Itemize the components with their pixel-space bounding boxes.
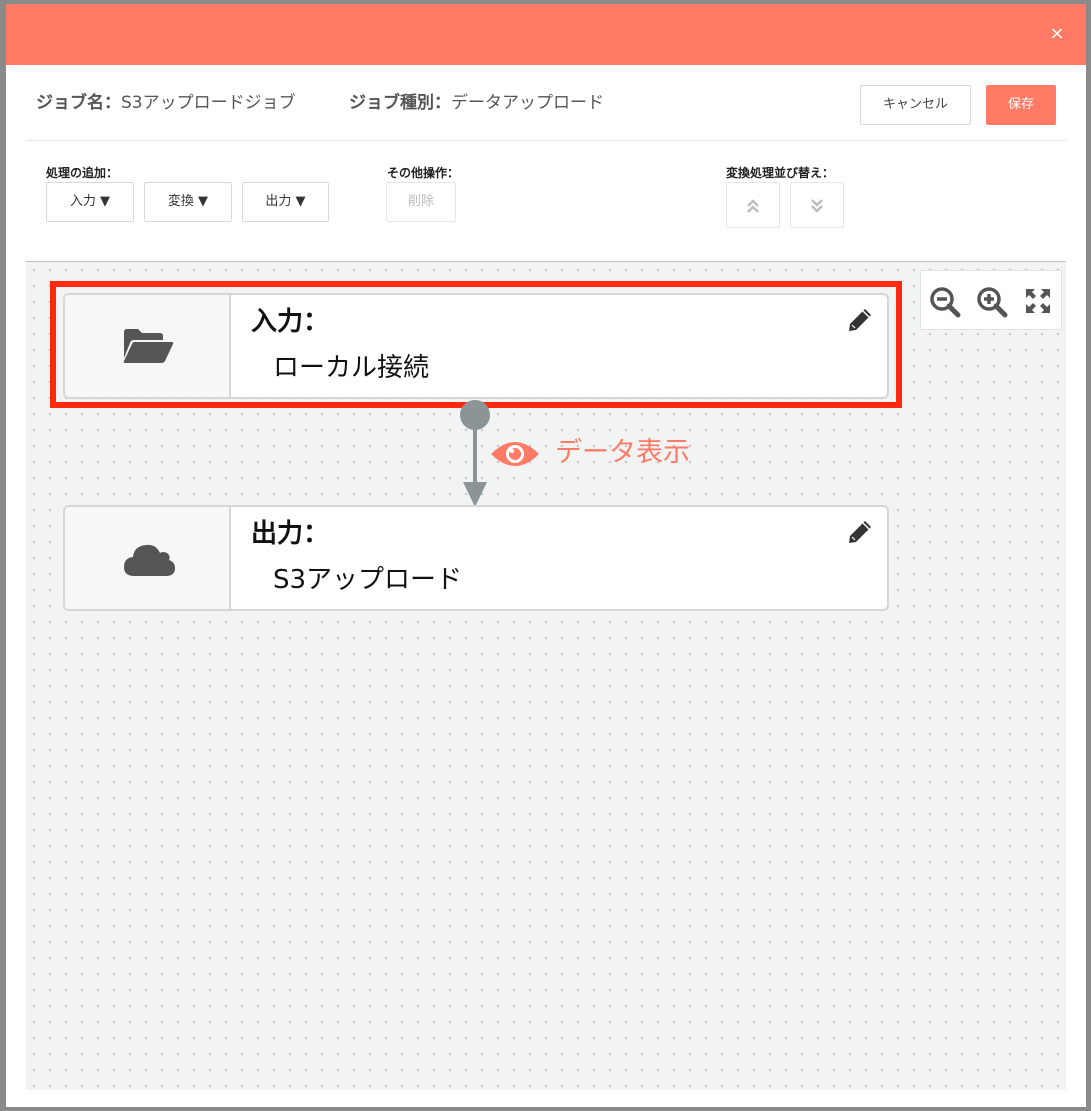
dialog-titlebar: × xyxy=(6,4,1086,65)
fit-screen-icon[interactable] xyxy=(1023,286,1053,316)
other-ops-label: その他操作： xyxy=(387,166,460,180)
flow-node-output[interactable]: 出力： S3アップロード xyxy=(63,505,889,611)
job-type-value: データアップロード xyxy=(451,93,605,113)
node-icon-cell xyxy=(65,507,231,609)
add-input-button[interactable]: 入力 ▼ xyxy=(46,182,134,222)
close-icon[interactable]: × xyxy=(1046,23,1068,45)
selection-highlight xyxy=(50,281,902,408)
reorder-label: 変換処理並び替え： xyxy=(726,166,835,180)
eye-icon xyxy=(491,441,539,466)
add-process-label: 処理の追加： xyxy=(46,166,119,180)
double-chevron-down-icon xyxy=(811,198,823,213)
add-transform-button[interactable]: 変換 ▼ xyxy=(144,182,232,222)
data-view-label: データ表示 xyxy=(555,437,690,468)
zoom-controls xyxy=(920,270,1062,330)
move-up-button[interactable] xyxy=(726,182,780,228)
double-chevron-up-icon xyxy=(747,198,759,213)
delete-button[interactable]: 削除 xyxy=(386,182,456,222)
edge-handle[interactable] xyxy=(460,400,490,430)
node-name: S3アップロード xyxy=(273,565,463,595)
pencil-icon[interactable] xyxy=(847,519,873,545)
job-name-label: ジョブ名： xyxy=(36,93,121,113)
zoom-out-icon[interactable] xyxy=(929,286,961,318)
job-dialog: × ジョブ名：S3アップロードジョブ ジョブ種別：データアップロード キャンセル… xyxy=(6,4,1086,1107)
cancel-button[interactable]: キャンセル xyxy=(860,85,971,125)
data-view-link[interactable]: データ表示 xyxy=(489,430,690,470)
move-down-button[interactable] xyxy=(790,182,844,228)
header-divider xyxy=(26,140,1066,141)
job-info: ジョブ名：S3アップロードジョブ ジョブ種別：データアップロード xyxy=(36,88,652,113)
add-output-button[interactable]: 出力 ▼ xyxy=(242,182,329,222)
job-type-label: ジョブ種別： xyxy=(349,93,452,113)
flow-canvas[interactable]: 入力： ローカル接続 データ表示 出力： S3アップロード xyxy=(26,261,1066,1090)
node-type-label: 出力： xyxy=(251,519,330,549)
zoom-in-icon[interactable] xyxy=(976,286,1008,318)
job-name-value: S3アップロードジョブ xyxy=(121,93,296,113)
cloud-icon xyxy=(124,544,175,576)
save-button[interactable]: 保存 xyxy=(986,85,1056,125)
